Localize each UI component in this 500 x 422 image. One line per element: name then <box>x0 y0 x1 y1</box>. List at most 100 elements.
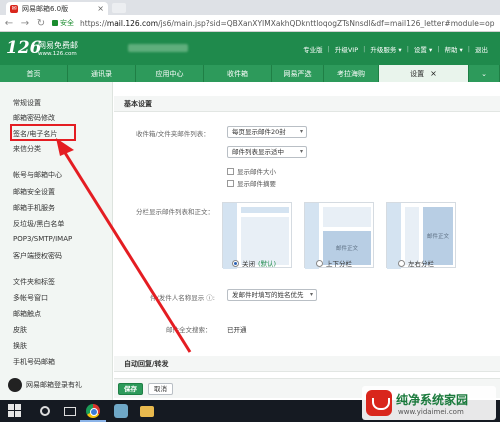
tab-settings[interactable]: 设置 × <box>379 65 469 82</box>
mail-logo[interactable]: 126 网易免费邮 www.126.com <box>6 38 78 58</box>
task-view-icon[interactable] <box>64 407 76 416</box>
reload-icon[interactable]: ↻ <box>36 18 46 29</box>
nav-help[interactable]: 帮助 ▾ <box>444 44 462 54</box>
cancel-button[interactable]: 取消 <box>148 383 173 395</box>
url-field[interactable]: https://mail.126.com/js6/main.jsp?sid=QB… <box>80 19 496 28</box>
annotation-highlight-box <box>10 124 76 141</box>
windows-start-icon[interactable] <box>8 404 22 418</box>
sidebar-item-phone-mail[interactable]: 手机号码邮箱 <box>13 357 55 367</box>
checkbox-box <box>227 179 234 187</box>
user-account-blurred <box>128 44 188 52</box>
sidebar-item-change-skin[interactable]: 换肤 <box>13 341 27 351</box>
secure-label: 安全 <box>60 19 74 27</box>
show-size-checkbox[interactable]: 显示邮件大小 <box>227 166 276 176</box>
logo-url: www.126.com <box>38 51 77 57</box>
checkbox-box <box>227 167 234 175</box>
bird-app-icon[interactable] <box>114 404 128 418</box>
browser-tab-title: 网易邮箱6.0版 <box>22 4 69 13</box>
per-page-select[interactable]: 每页显示邮件20封 ▾ <box>227 126 307 138</box>
full-text-search-label: 邮件全文搜索： <box>166 326 212 334</box>
header-nav: 专业版 | 升级VIP | 升级服务 ▾ | 设置 ▾ | 帮助 ▾ | 退出 <box>303 44 488 54</box>
sender-name-text: 件/发件人名称显示 <box>150 294 205 302</box>
login-reward-notice[interactable]: 网易邮箱登录有礼 <box>8 372 108 398</box>
search-icon[interactable] <box>40 406 50 416</box>
sidebar-item-mobile[interactable]: 邮箱手机服务 <box>13 203 55 213</box>
density-select[interactable]: 邮件列表显示适中 ▾ <box>227 146 307 158</box>
app-avatar-icon <box>8 378 22 392</box>
forward-arrow-icon[interactable]: → <box>20 18 30 29</box>
show-summary-checkbox[interactable]: 显示邮件摘要 <box>227 178 276 188</box>
sidebar-item-filters[interactable]: 来信分类 <box>13 144 41 154</box>
show-summary-label: 显示邮件摘要 <box>237 180 276 188</box>
new-tab-button[interactable] <box>112 3 126 13</box>
help-question-icon[interactable]: ⓘ <box>206 294 213 302</box>
sidebar-item-pop3[interactable]: POP3/SMTP/IMAP <box>13 235 72 243</box>
split-vertical-radio[interactable]: 上下分栏 <box>316 258 352 268</box>
chrome-icon[interactable] <box>86 404 100 418</box>
folder-icon[interactable] <box>140 406 154 417</box>
sidebar-item-skin[interactable]: 皮肤 <box>13 325 27 335</box>
address-bar: ← → ↻ 安全 https://mail.126.com/js6/main.j… <box>0 15 500 32</box>
tab-more[interactable]: ⌄ <box>469 65 500 82</box>
list-settings-label: 收件箱/文件夹邮件列表： <box>136 130 210 138</box>
close-tab-icon[interactable]: × <box>97 4 104 13</box>
tab-kaola[interactable]: 考拉海购 <box>324 65 379 82</box>
sender-name-select[interactable]: 发邮件时填写的姓名优先 ▾ <box>227 289 317 301</box>
nav-pro[interactable]: 专业版 <box>303 44 323 54</box>
watermark-title: 纯净系统家园 <box>396 393 469 407</box>
section-title-auto-reply: 自动回复/转发 <box>114 356 500 372</box>
back-arrow-icon[interactable]: ← <box>4 18 14 29</box>
preview-body-pane: 邮件正文 <box>423 207 453 265</box>
tab-home[interactable]: 首页 <box>0 65 68 82</box>
section-title-basic: 基本设置 <box>114 96 500 112</box>
tab-yanxuan[interactable]: 网易严选 <box>272 65 324 82</box>
browser-tab[interactable]: ✉ 网易邮箱6.0版 × <box>6 2 108 15</box>
tab-label: 收件箱 <box>227 69 248 78</box>
nav-upgrade[interactable]: 升级服务 ▾ <box>370 44 401 54</box>
sender-name-label: 件/发件人名称显示 ⓘ: <box>150 294 215 302</box>
watermark-logo-icon <box>366 390 392 416</box>
tab-label: 网易严选 <box>283 69 312 78</box>
nav-vip[interactable]: 升级VIP <box>335 44 358 54</box>
secure-indicator[interactable]: 安全 <box>52 18 74 28</box>
tab-app-center[interactable]: 应用中心 <box>136 65 204 82</box>
sidebar-item-touchpoint[interactable]: 邮箱触点 <box>13 309 41 319</box>
nav-separator: | <box>467 45 470 53</box>
sidebar-item-client-auth[interactable]: 客户端授权密码 <box>13 251 62 261</box>
sidebar-item-multi-account[interactable]: 多帐号窗口 <box>13 293 48 303</box>
url-path: /js6/main.jsp?sid=QBXanXYIMXakhQDknttloq… <box>158 18 495 28</box>
chevron-down-icon: ▾ <box>299 128 303 135</box>
sidebar-item-folders[interactable]: 文件夹和标签 <box>13 277 55 287</box>
nav-logout[interactable]: 退出 <box>475 44 488 54</box>
radio-dot <box>316 259 323 267</box>
tab-inbox[interactable]: 收件箱 <box>204 65 272 82</box>
split-off-radio[interactable]: 关闭 (默认) <box>232 258 276 268</box>
tab-label: 首页 <box>26 69 41 78</box>
sidebar-item-antispam[interactable]: 反垃圾/黑白名单 <box>13 219 64 229</box>
tab-label: 考拉海购 <box>337 69 365 78</box>
sidebar-item-security[interactable]: 邮箱安全设置 <box>13 187 55 197</box>
full-text-search-value: 已开通 <box>227 326 247 334</box>
nav-settings[interactable]: 设置 ▾ <box>414 44 432 54</box>
sidebar-item-password[interactable]: 邮箱密码修改 <box>13 113 55 123</box>
tab-label: 应用中心 <box>155 69 184 78</box>
settings-main: 基本设置 收件箱/文件夹邮件列表： 每页显示邮件20封 ▾ 邮件列表显示适中 ▾ 显… <box>114 82 500 378</box>
tab-contacts[interactable]: 通讯录 <box>68 65 136 82</box>
split-vertical-label: 上下分栏 <box>326 260 352 268</box>
watermark-url: www.yidaimei.com <box>398 408 464 416</box>
close-tab-icon[interactable]: × <box>430 69 437 78</box>
save-button[interactable]: 保存 <box>118 383 143 395</box>
sidebar-item-account-center[interactable]: 帐号与邮箱中心 <box>13 170 62 180</box>
tab-label: 通讯录 <box>91 69 112 78</box>
split-default-note: (默认) <box>258 260 277 268</box>
split-view-label: 分栏显示邮件列表和正文： <box>136 208 214 216</box>
radio-dot <box>398 259 405 267</box>
sidebar-item-general[interactable]: 常规设置 <box>13 98 41 108</box>
site-watermark: 纯净系统家园 www.yidaimei.com <box>362 386 496 420</box>
split-horizontal-radio[interactable]: 左右分栏 <box>398 258 434 268</box>
logo-number: 126 <box>6 38 42 58</box>
url-prefix: https:// <box>80 18 107 28</box>
url-host: mail.126.com <box>106 18 159 28</box>
logo-text: 网易免费邮 <box>38 41 78 50</box>
tab-label: 设置 <box>410 69 425 78</box>
